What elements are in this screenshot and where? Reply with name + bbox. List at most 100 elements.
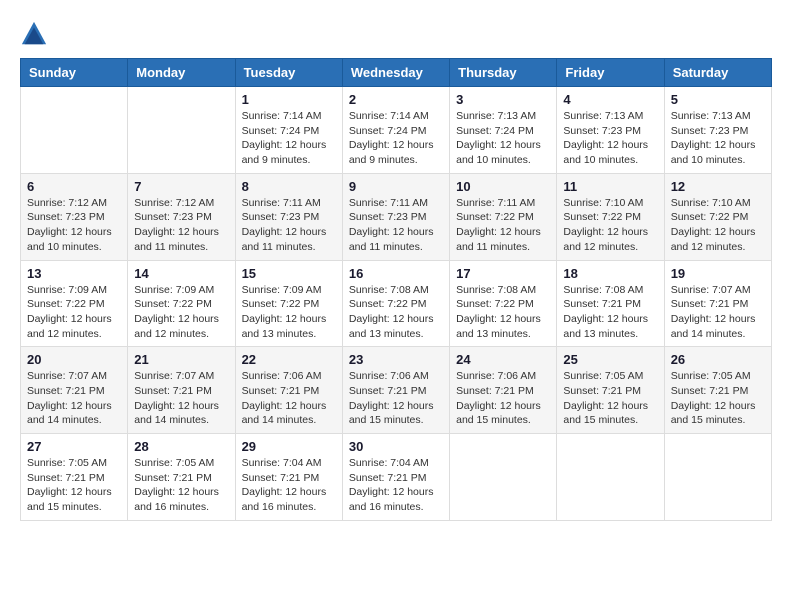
day-number: 20 <box>27 352 121 367</box>
calendar-day-cell: 20 Sunrise: 7:07 AMSunset: 7:21 PMDayligh… <box>21 347 128 434</box>
calendar-day-cell: 2 Sunrise: 7:14 AMSunset: 7:24 PMDaylight… <box>342 87 449 174</box>
day-number: 19 <box>671 266 765 281</box>
day-info: Sunrise: 7:08 AMSunset: 7:21 PMDaylight:… <box>563 283 657 342</box>
day-info: Sunrise: 7:13 AMSunset: 7:23 PMDaylight:… <box>671 109 765 168</box>
day-info: Sunrise: 7:09 AMSunset: 7:22 PMDaylight:… <box>242 283 336 342</box>
day-number: 30 <box>349 439 443 454</box>
calendar-week-row: 20 Sunrise: 7:07 AMSunset: 7:21 PMDayligh… <box>21 347 772 434</box>
day-number: 24 <box>456 352 550 367</box>
calendar-table: SundayMondayTuesdayWednesdayThursdayFrid… <box>20 58 772 521</box>
day-info: Sunrise: 7:09 AMSunset: 7:22 PMDaylight:… <box>134 283 228 342</box>
day-number: 2 <box>349 92 443 107</box>
day-info: Sunrise: 7:12 AMSunset: 7:23 PMDaylight:… <box>134 196 228 255</box>
day-info: Sunrise: 7:05 AMSunset: 7:21 PMDaylight:… <box>671 369 765 428</box>
calendar-day-cell: 23 Sunrise: 7:06 AMSunset: 7:21 PMDayligh… <box>342 347 449 434</box>
day-info: Sunrise: 7:11 AMSunset: 7:22 PMDaylight:… <box>456 196 550 255</box>
page-header <box>20 20 772 48</box>
calendar-day-cell: 6Sunrise: 7:12 AMSunset: 7:23 PMDaylight… <box>21 173 128 260</box>
day-info: Sunrise: 7:11 AMSunset: 7:23 PMDaylight:… <box>349 196 443 255</box>
calendar-day-cell: 29Sunrise: 7:04 AMSunset: 7:21 PMDayligh… <box>235 434 342 521</box>
calendar-day-cell <box>450 434 557 521</box>
day-number: 1 <box>242 92 336 107</box>
calendar-week-row: 27 Sunrise: 7:05 AMSunset: 7:21 PMDayligh… <box>21 434 772 521</box>
day-info: Sunrise: 7:14 AMSunset: 7:24 PMDaylight:… <box>349 109 443 168</box>
calendar-day-cell: 19 Sunrise: 7:07 AMSunset: 7:21 PMDayligh… <box>664 260 771 347</box>
day-number: 10 <box>456 179 550 194</box>
calendar-day-cell: 5 Sunrise: 7:13 AMSunset: 7:23 PMDaylight… <box>664 87 771 174</box>
calendar-day-cell: 3 Sunrise: 7:13 AMSunset: 7:24 PMDaylight… <box>450 87 557 174</box>
day-info: Sunrise: 7:10 AMSunset: 7:22 PMDaylight:… <box>563 196 657 255</box>
day-info: Sunrise: 7:05 AMSunset: 7:21 PMDaylight:… <box>27 456 121 515</box>
calendar-day-cell: 16 Sunrise: 7:08 AMSunset: 7:22 PMDayligh… <box>342 260 449 347</box>
day-number: 12 <box>671 179 765 194</box>
day-number: 9 <box>349 179 443 194</box>
calendar-day-cell: 4 Sunrise: 7:13 AMSunset: 7:23 PMDaylight… <box>557 87 664 174</box>
day-info: Sunrise: 7:13 AMSunset: 7:24 PMDaylight:… <box>456 109 550 168</box>
day-info: Sunrise: 7:07 AMSunset: 7:21 PMDaylight:… <box>27 369 121 428</box>
calendar-day-cell: 17 Sunrise: 7:08 AMSunset: 7:22 PMDayligh… <box>450 260 557 347</box>
calendar-day-cell: 9 Sunrise: 7:11 AMSunset: 7:23 PMDaylight… <box>342 173 449 260</box>
calendar-week-row: 6 Sunrise: 7:12 AMSunset: 7:23 PMDaylight… <box>21 173 772 260</box>
day-number: 29 <box>242 439 336 454</box>
day-number: 27 <box>27 439 121 454</box>
calendar-day-cell: 10 Sunrise: 7:11 AMSunset: 7:22 PMDayligh… <box>450 173 557 260</box>
day-number: 7 <box>134 179 228 194</box>
calendar-day-cell <box>21 87 128 174</box>
calendar-day-cell: 30Sunrise: 7:04 AMSunset: 7:21 PMDayligh… <box>342 434 449 521</box>
calendar-day-cell: 22 Sunrise: 7:06 AMSunset: 7:21 PMDayligh… <box>235 347 342 434</box>
calendar-day-cell: 13Sunrise: 7:09 AMSunset: 7:22 PMDayligh… <box>21 260 128 347</box>
day-info: Sunrise: 7:06 AMSunset: 7:21 PMDaylight:… <box>349 369 443 428</box>
day-number: 14 <box>134 266 228 281</box>
calendar-day-cell: 12 Sunrise: 7:10 AMSunset: 7:22 PMDayligh… <box>664 173 771 260</box>
logo-icon <box>20 20 48 48</box>
day-info: Sunrise: 7:08 AMSunset: 7:22 PMDaylight:… <box>349 283 443 342</box>
day-info: Sunrise: 7:05 AMSunset: 7:21 PMDaylight:… <box>563 369 657 428</box>
day-info: Sunrise: 7:08 AMSunset: 7:22 PMDaylight:… <box>456 283 550 342</box>
calendar-day-cell <box>128 87 235 174</box>
calendar-day-cell: 27 Sunrise: 7:05 AMSunset: 7:21 PMDayligh… <box>21 434 128 521</box>
calendar-day-cell: 1Sunrise: 7:14 AMSunset: 7:24 PMDaylight… <box>235 87 342 174</box>
day-of-week-header: Tuesday <box>235 59 342 87</box>
calendar-day-cell <box>664 434 771 521</box>
logo <box>20 20 50 48</box>
calendar-day-cell: 11Sunrise: 7:10 AMSunset: 7:22 PMDayligh… <box>557 173 664 260</box>
day-of-week-header: Thursday <box>450 59 557 87</box>
day-number: 25 <box>563 352 657 367</box>
day-number: 3 <box>456 92 550 107</box>
day-info: Sunrise: 7:13 AMSunset: 7:23 PMDaylight:… <box>563 109 657 168</box>
day-number: 8 <box>242 179 336 194</box>
day-number: 4 <box>563 92 657 107</box>
calendar-day-cell: 15 Sunrise: 7:09 AMSunset: 7:22 PMDayligh… <box>235 260 342 347</box>
day-number: 18 <box>563 266 657 281</box>
calendar-day-cell: 25 Sunrise: 7:05 AMSunset: 7:21 PMDayligh… <box>557 347 664 434</box>
day-of-week-header: Sunday <box>21 59 128 87</box>
day-of-week-header: Saturday <box>664 59 771 87</box>
day-info: Sunrise: 7:10 AMSunset: 7:22 PMDaylight:… <box>671 196 765 255</box>
calendar-header-row: SundayMondayTuesdayWednesdayThursdayFrid… <box>21 59 772 87</box>
day-number: 22 <box>242 352 336 367</box>
calendar-day-cell: 8 Sunrise: 7:11 AMSunset: 7:23 PMDaylight… <box>235 173 342 260</box>
day-number: 5 <box>671 92 765 107</box>
calendar-day-cell: 28Sunrise: 7:05 AMSunset: 7:21 PMDayligh… <box>128 434 235 521</box>
calendar-day-cell: 21Sunrise: 7:07 AMSunset: 7:21 PMDayligh… <box>128 347 235 434</box>
day-of-week-header: Wednesday <box>342 59 449 87</box>
day-number: 15 <box>242 266 336 281</box>
calendar-day-cell: 18 Sunrise: 7:08 AMSunset: 7:21 PMDayligh… <box>557 260 664 347</box>
day-number: 23 <box>349 352 443 367</box>
calendar-day-cell: 24 Sunrise: 7:06 AMSunset: 7:21 PMDayligh… <box>450 347 557 434</box>
calendar-day-cell: 7 Sunrise: 7:12 AMSunset: 7:23 PMDaylight… <box>128 173 235 260</box>
day-info: Sunrise: 7:06 AMSunset: 7:21 PMDaylight:… <box>456 369 550 428</box>
day-info: Sunrise: 7:06 AMSunset: 7:21 PMDaylight:… <box>242 369 336 428</box>
day-info: Sunrise: 7:07 AMSunset: 7:21 PMDaylight:… <box>671 283 765 342</box>
day-info: Sunrise: 7:07 AMSunset: 7:21 PMDaylight:… <box>134 369 228 428</box>
day-number: 26 <box>671 352 765 367</box>
day-info: Sunrise: 7:09 AMSunset: 7:22 PMDaylight:… <box>27 283 121 342</box>
day-number: 6 <box>27 179 121 194</box>
day-info: Sunrise: 7:05 AMSunset: 7:21 PMDaylight:… <box>134 456 228 515</box>
calendar-week-row: 13Sunrise: 7:09 AMSunset: 7:22 PMDayligh… <box>21 260 772 347</box>
day-number: 16 <box>349 266 443 281</box>
calendar-day-cell <box>557 434 664 521</box>
calendar-day-cell: 26 Sunrise: 7:05 AMSunset: 7:21 PMDayligh… <box>664 347 771 434</box>
day-number: 17 <box>456 266 550 281</box>
day-info: Sunrise: 7:11 AMSunset: 7:23 PMDaylight:… <box>242 196 336 255</box>
